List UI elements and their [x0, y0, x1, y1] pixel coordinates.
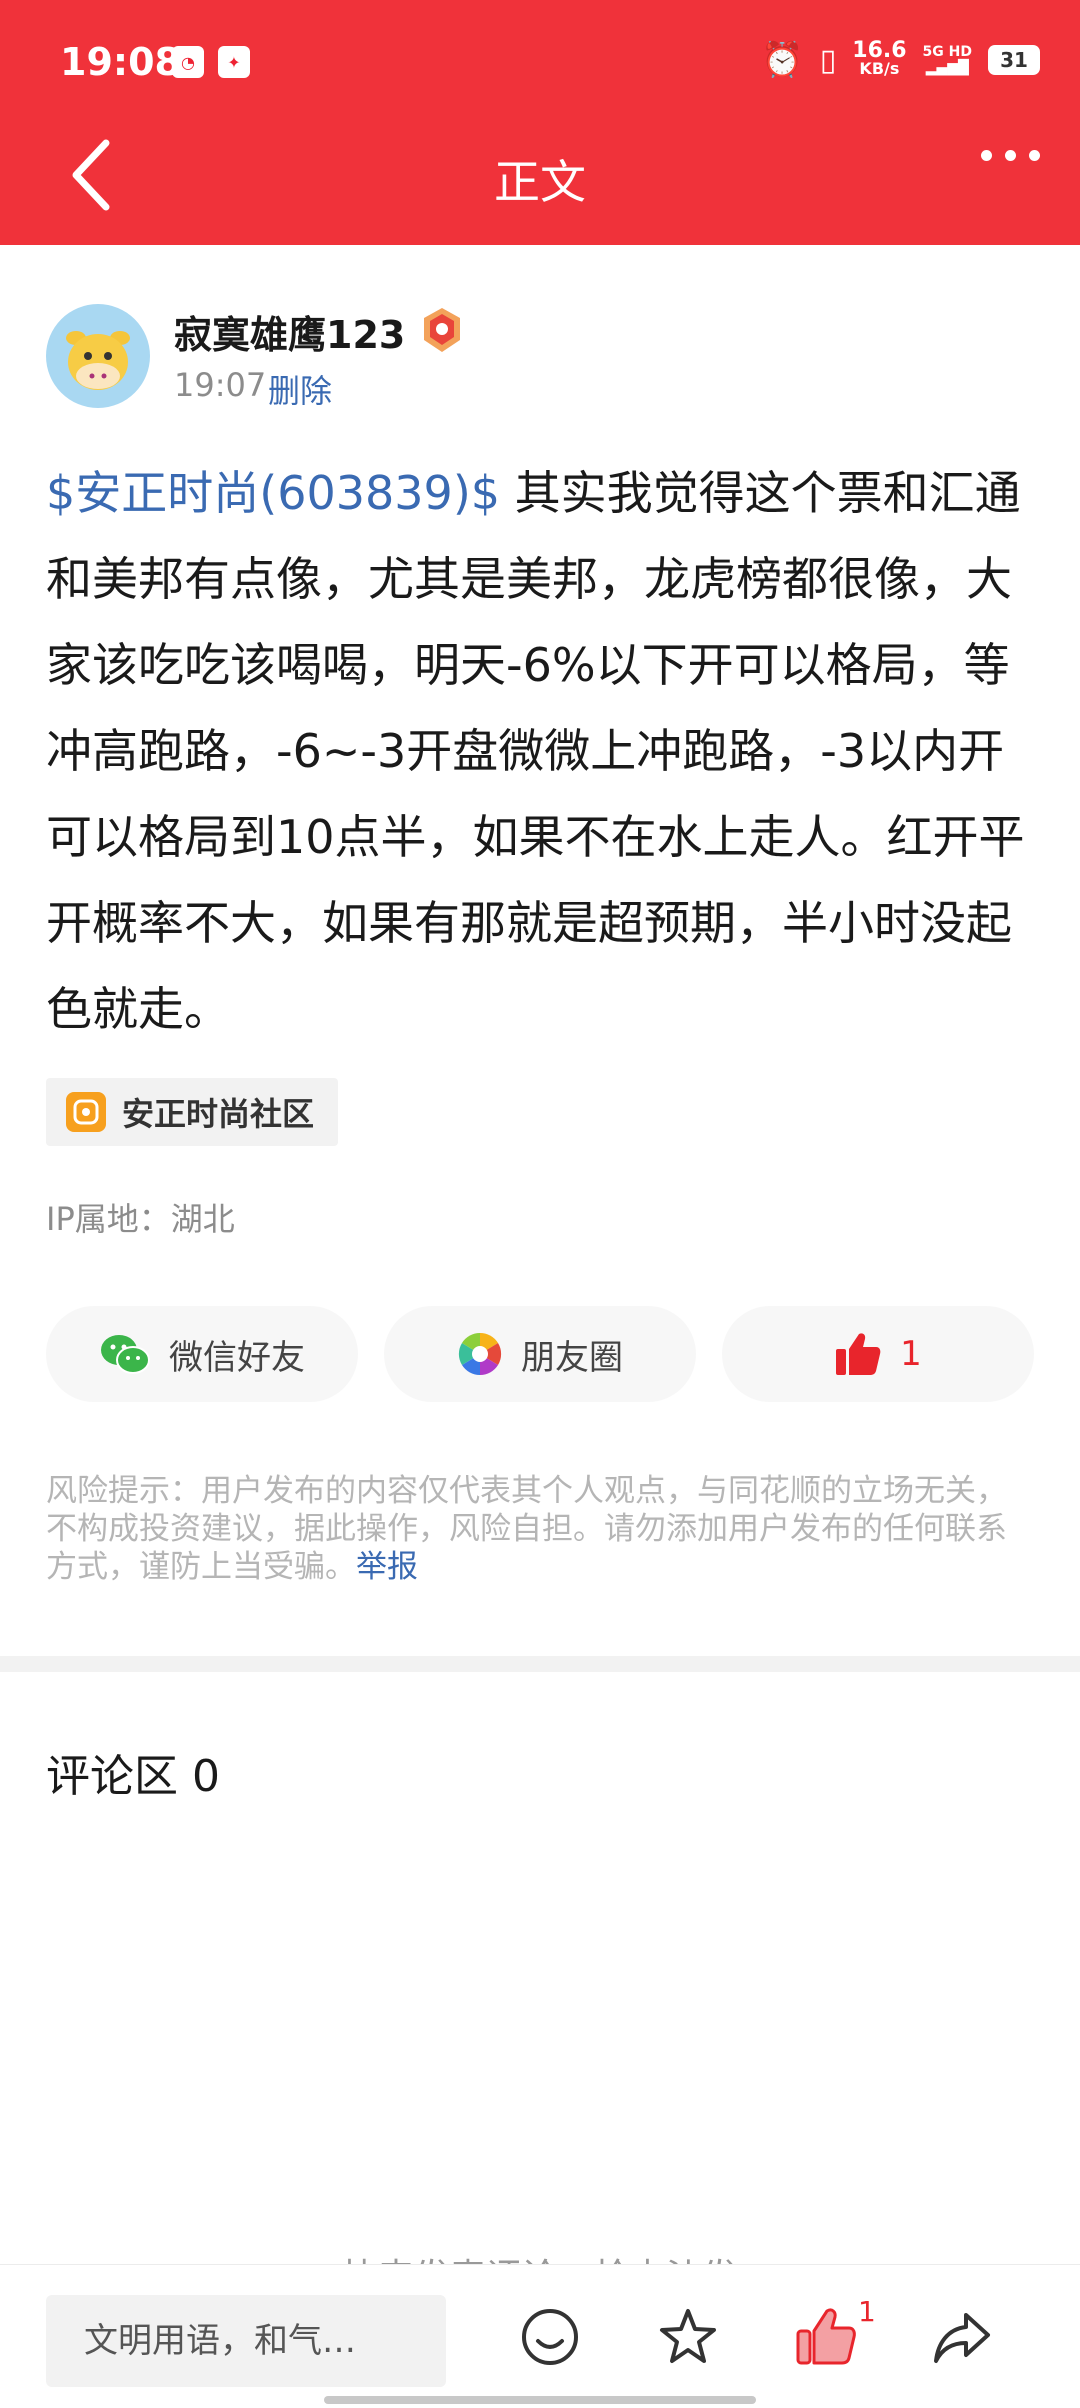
like-icon[interactable]: [794, 2305, 858, 2369]
author-name[interactable]: 寂寞雄鹰123: [174, 304, 405, 359]
user-level-badge-icon: [420, 306, 464, 354]
risk-disclaimer: 风险提示：用户发布的内容仅代表其个人观点，与同花顺的立场无关，不构成投资建议，据…: [46, 1472, 1036, 1586]
post-text: 其实我觉得这个票和汇通和美邦有点像，尤其是美邦，龙虎榜都很像，大家该吃吃该喝喝，…: [46, 466, 1025, 1036]
community-tag[interactable]: 安正时尚社区: [46, 1078, 339, 1146]
status-notification-icons: ◔ ✦: [172, 46, 250, 78]
share-moments-label: 朋友圈: [521, 1337, 623, 1378]
post-time: 19:07: [174, 366, 267, 404]
section-divider: [0, 1656, 1080, 1672]
network-indicator: 5G HD ▂▄▆█: [922, 44, 972, 76]
thumbs-up-icon: [836, 1333, 881, 1375]
delete-button[interactable]: 删除: [268, 366, 332, 412]
signal-icon: ▂▄▆█: [925, 60, 969, 76]
bottom-like-count: 1: [858, 2295, 876, 2328]
star-icon[interactable]: [656, 2305, 720, 2369]
share-icon[interactable]: [930, 2305, 994, 2369]
cow-avatar-icon: [66, 331, 130, 390]
comment-section-title: 评论区 0: [46, 1751, 220, 1802]
app-header: 19:08 ◔ ✦ ⏰ ▯ 16.6 KB/s 5G HD ▂▄▆█ 31 正文: [0, 0, 1080, 245]
news-app-icon: ✦: [218, 46, 250, 78]
page-title: 正文: [494, 155, 586, 209]
more-dot-icon: [981, 150, 992, 161]
home-indicator: [324, 2396, 756, 2404]
battery-indicator: 31: [988, 45, 1040, 75]
stock-link[interactable]: $安正时尚(603839)$: [46, 466, 500, 520]
like-count: 1: [900, 1334, 922, 1374]
report-link[interactable]: 举报: [356, 1549, 418, 1585]
status-indicators: ⏰ ▯ 16.6 KB/s 5G HD ▂▄▆█ 31: [761, 40, 1040, 80]
community-icon: [66, 1092, 106, 1132]
post-content: $安正时尚(603839)$ 其实我觉得这个票和汇通和美邦有点像，尤其是美邦，龙…: [46, 450, 1036, 1052]
like-button[interactable]: 1: [722, 1306, 1034, 1402]
bottom-action-bar: 文明用语，和气… 1: [0, 2264, 1080, 2408]
share-wechat-label: 微信好友: [169, 1337, 305, 1378]
share-moments-button[interactable]: 朋友圈: [384, 1306, 696, 1402]
ip-location: IP属地：湖北: [46, 1200, 235, 1238]
comment-input[interactable]: 文明用语，和气…: [46, 2295, 446, 2387]
share-wechat-button[interactable]: 微信好友: [46, 1306, 358, 1402]
status-time: 19:08: [60, 40, 181, 84]
wechat-icon: [101, 1335, 150, 1374]
risk-text: 风险提示：用户发布的内容仅代表其个人观点，与同花顺的立场无关，不构成投资建议，据…: [46, 1473, 1007, 1585]
moments-icon: [458, 1332, 502, 1376]
chat-app-icon: ◔: [172, 46, 204, 78]
network-speed: 16.6 KB/s: [852, 38, 907, 78]
more-button[interactable]: [981, 150, 1040, 161]
vibrate-icon: ▯: [819, 42, 837, 78]
alarm-icon: ⏰: [761, 40, 804, 80]
avatar[interactable]: [46, 304, 150, 408]
community-label: 安正时尚社区: [122, 1095, 315, 1133]
emoji-icon[interactable]: [518, 2305, 582, 2369]
